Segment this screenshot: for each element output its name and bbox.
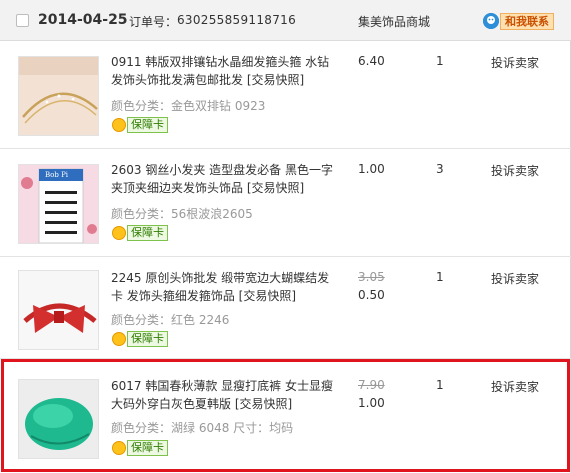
guarantee-badge[interactable]: 保障卡 [112,224,168,242]
product-thumbnail[interactable] [18,379,99,459]
product-thumbnail[interactable] [18,56,99,136]
guarantee-icon [112,118,126,132]
guarantee-icon [112,226,126,240]
contact-seller-label: 和我联系 [500,12,554,30]
chat-bubble-icon [483,13,499,29]
complain-seller-link[interactable]: 投诉卖家 [491,378,539,395]
trade-snapshot-link[interactable]: [交易快照] [235,397,292,411]
product-attributes: 颜色分类：56根波浪2605 [111,207,253,221]
trade-snapshot-link[interactable]: [交易快照] [239,289,296,303]
guarantee-icon [112,441,126,455]
quantity: 3 [436,162,444,176]
order-number: 630255859118716 [177,13,297,27]
complain-seller-link[interactable]: 投诉卖家 [491,54,539,71]
order-header: 2014-04-25 订单号： 630255859118716 集美饰品商城 和… [0,0,571,41]
unit-price: 1.00 [358,162,385,176]
product-title-link[interactable]: 0911 韩版双排镶钻水晶细发箍头箍 水钻发饰头饰批发满包邮批发 [交易快照] [111,53,333,89]
complain-seller-link[interactable]: 投诉卖家 [491,162,539,179]
unit-price: 0.50 [358,288,385,302]
order-checkbox[interactable] [16,14,29,27]
guarantee-label: 保障卡 [127,440,168,456]
order-item-row: Bob Pi 2603 钢丝小发夹 造型盘发必备 黑色一字夹顶夹细边夹发饰头饰品… [0,149,571,257]
product-attributes: 颜色分类：红色 2246 [111,313,230,327]
original-price: 3.05 [358,270,385,284]
guarantee-label: 保障卡 [127,117,168,133]
order-panel: 2014-04-25 订单号： 630255859118716 集美饰品商城 和… [0,0,571,473]
order-date: 2014-04-25 [38,12,128,28]
guarantee-icon [112,332,126,346]
order-item-row-highlighted: 6017 韩国春秋薄款 显瘦打底裤 女士显瘦大码外穿白灰色夏韩版 [交易快照] … [0,359,571,473]
unit-price: 6.40 [358,54,385,68]
product-title-link[interactable]: 2603 钢丝小发夹 造型盘发必备 黑色一字夹顶夹细边夹发饰头饰品 [交易快照] [111,161,333,197]
product-thumbnail[interactable] [18,270,99,350]
guarantee-label: 保障卡 [127,331,168,347]
quantity: 1 [436,270,444,284]
product-thumbnail[interactable]: Bob Pi [18,164,99,244]
original-price: 7.90 [358,378,385,392]
product-title: 6017 韩国春秋薄款 显瘦打底裤 女士显瘦大码外穿白灰色夏韩版 [111,379,333,411]
quantity: 1 [436,54,444,68]
guarantee-badge[interactable]: 保障卡 [112,439,168,457]
guarantee-badge[interactable]: 保障卡 [112,330,168,348]
product-attributes: 颜色分类：湖绿 6048 尺寸：均码 [111,421,294,435]
product-title-link[interactable]: 6017 韩国春秋薄款 显瘦打底裤 女士显瘦大码外穿白灰色夏韩版 [交易快照] [111,377,333,413]
product-attributes: 颜色分类：金色双排钻 0923 [111,99,266,113]
trade-snapshot-link[interactable]: [交易快照] [247,73,304,87]
product-title-link[interactable]: 2245 原创头饰批发 缎带宽边大蝴蝶结发卡 发饰头箍细发箍饰品 [交易快照] [111,269,333,305]
order-number-label: 订单号： [129,15,178,29]
unit-price: 1.00 [358,396,385,410]
order-item-row: 2245 原创头饰批发 缎带宽边大蝴蝶结发卡 发饰头箍细发箍饰品 [交易快照] … [0,257,571,359]
guarantee-badge[interactable]: 保障卡 [112,116,168,134]
complain-seller-link[interactable]: 投诉卖家 [491,270,539,287]
guarantee-label: 保障卡 [127,225,168,241]
contact-seller-button[interactable]: 和我联系 [483,12,554,30]
quantity: 1 [436,378,444,392]
shop-name-link[interactable]: 集美饰品商城 [358,13,430,30]
product-card-text: Bob Pi [45,171,69,179]
product-title: 2245 原创头饰批发 缎带宽边大蝴蝶结发卡 发饰头箍细发箍饰品 [111,271,330,303]
trade-snapshot-link[interactable]: [交易快照] [247,181,304,195]
order-item-row: 0911 韩版双排镶钻水晶细发箍头箍 水钻发饰头饰批发满包邮批发 [交易快照] … [0,41,571,149]
